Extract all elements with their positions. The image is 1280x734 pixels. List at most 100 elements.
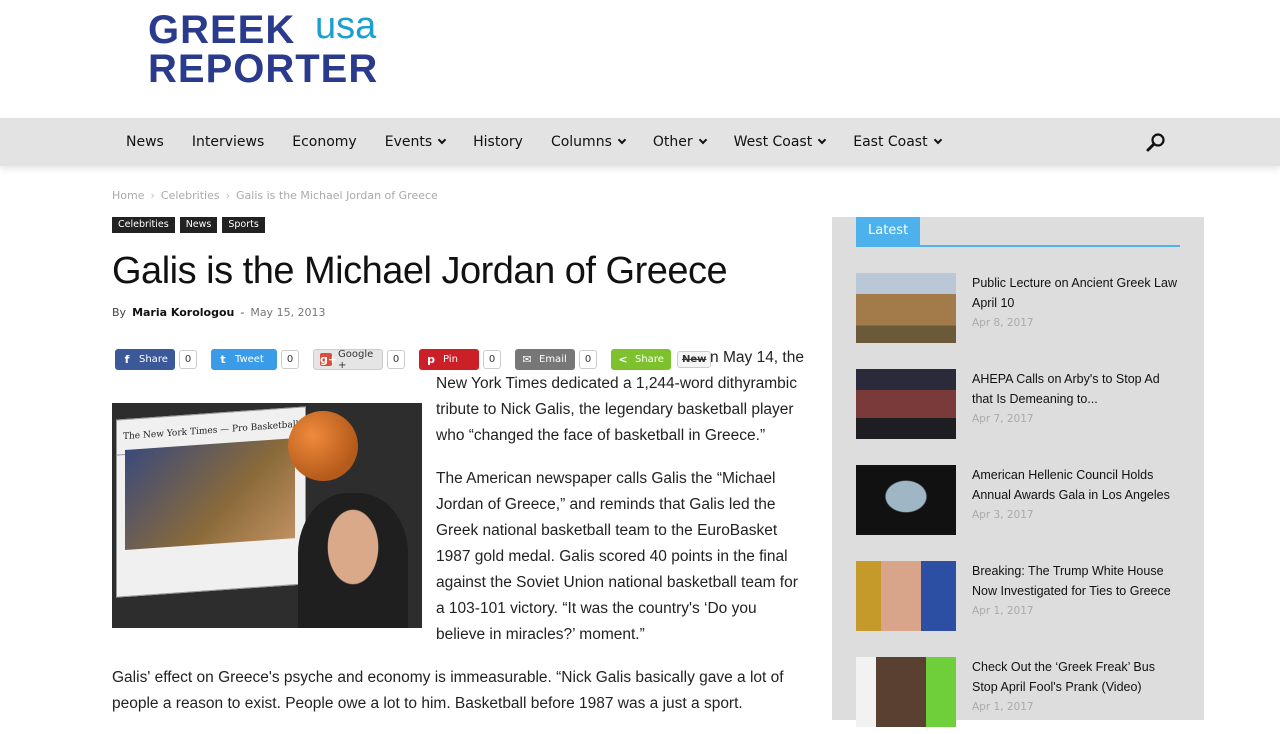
googleplus-share-button[interactable]: g+ Google +	[313, 348, 383, 371]
nav-history[interactable]: History	[459, 118, 537, 166]
post-title[interactable]: Breaking: The Trump White House Now Inve…	[972, 561, 1182, 601]
logo-greek: GREEK	[148, 8, 296, 52]
pinterest-icon: p	[427, 353, 435, 366]
post-date: Apr 1, 2017	[972, 701, 1034, 713]
twitter-icon: t	[220, 353, 226, 366]
facebook-icon: f	[124, 353, 130, 366]
share-count: 0	[387, 350, 405, 369]
new-badge[interactable]: New	[677, 351, 712, 368]
tag-news[interactable]: News	[179, 217, 218, 233]
share-label: Pin	[443, 354, 458, 365]
sidebar-post[interactable]: Check Out the ‘Greek Freak’ Bus Stop Apr…	[856, 657, 1180, 729]
share-label: Share	[635, 354, 664, 365]
basketball-illustration	[288, 411, 358, 481]
facebook-share-button[interactable]: f Share	[115, 349, 175, 370]
article-body: The New York Times — Pro Basketball On M…	[112, 345, 808, 734]
byline-prefix: By	[112, 306, 127, 319]
breadcrumb-category[interactable]: Celebrities	[161, 189, 220, 202]
person-illustration	[298, 493, 408, 628]
nav-label: East Coast	[853, 134, 928, 150]
nav-east-coast[interactable]: East Coast	[839, 118, 954, 166]
tag-celebrities[interactable]: Celebrities	[112, 217, 175, 233]
post-thumbnail[interactable]	[856, 273, 956, 343]
meta-dash: -	[240, 306, 245, 319]
nav-events[interactable]: Events	[371, 118, 459, 166]
chevron-down-icon	[698, 135, 707, 145]
logo-usa: usa	[315, 5, 377, 47]
latest-tab[interactable]: Latest	[856, 217, 921, 245]
article-meta: By Maria Korologou - May 15, 2013	[112, 306, 326, 319]
nav-label: Columns	[550, 134, 612, 150]
search-icon[interactable]	[1145, 132, 1167, 154]
post-date: Apr 3, 2017	[972, 509, 1034, 521]
breadcrumb-separator: ›	[225, 189, 230, 202]
share-buttons: f Share 0 t Tweet 0 g+ Google + 0 p Pin 0 ✉ E…	[115, 348, 712, 371]
nav-label: News	[126, 134, 164, 150]
post-thumbnail[interactable]	[856, 369, 956, 439]
breadcrumb-home[interactable]: Home	[112, 189, 144, 202]
post-title[interactable]: AHEPA Calls on Arby's to Stop Ad that Is…	[972, 369, 1182, 409]
share-count: 0	[179, 350, 197, 369]
post-date: Apr 7, 2017	[972, 413, 1034, 425]
publish-date: May 15, 2013	[250, 306, 326, 319]
post-thumbnail[interactable]	[856, 465, 956, 535]
nav-columns[interactable]: Columns	[537, 118, 639, 166]
post-thumbnail[interactable]	[856, 657, 956, 727]
sidebar-post[interactable]: Public Lecture on Ancient Greek Law Apri…	[856, 273, 1180, 345]
email-icon: ✉	[522, 353, 532, 366]
nav-label: History	[473, 134, 523, 150]
breadcrumb: Home › Celebrities › Galis is the Michae…	[112, 189, 438, 202]
main-nav: News Interviews Economy Events History C…	[112, 118, 955, 166]
post-title[interactable]: Public Lecture on Ancient Greek Law Apri…	[972, 273, 1182, 313]
chevron-down-icon	[817, 135, 827, 145]
share-count: 0	[579, 350, 597, 369]
generic-share-button[interactable]: < Share	[611, 349, 671, 370]
nav-label: West Coast	[733, 134, 813, 150]
twitter-share-button[interactable]: t Tweet	[211, 349, 277, 370]
nav-interviews[interactable]: Interviews	[178, 118, 278, 166]
article-image[interactable]: The New York Times — Pro Basketball	[112, 403, 422, 628]
category-tags: Celebrities News Sports	[112, 217, 265, 233]
logo-reporter: REPORTER	[148, 47, 379, 91]
nav-label: Economy	[292, 134, 357, 150]
breadcrumb-separator: ›	[150, 189, 155, 202]
sidebar-post[interactable]: Breaking: The Trump White House Now Inve…	[856, 561, 1180, 633]
post-date: Apr 8, 2017	[972, 317, 1034, 329]
newspaper-photo	[125, 438, 295, 551]
share-label: Email	[539, 354, 567, 365]
chevron-down-icon	[933, 135, 942, 145]
share-count: 0	[281, 350, 299, 369]
nav-label: Events	[384, 134, 433, 150]
latest-header: Latest	[856, 217, 1180, 247]
post-thumbnail[interactable]	[856, 561, 956, 631]
author-link[interactable]: Maria Korologou	[132, 306, 234, 319]
sidebar-post[interactable]: American Hellenic Council Holds Annual A…	[856, 465, 1180, 537]
nav-other[interactable]: Other	[639, 118, 720, 166]
post-title[interactable]: American Hellenic Council Holds Annual A…	[972, 465, 1182, 505]
share-label: Tweet	[235, 354, 264, 365]
share-count: 0	[483, 350, 501, 369]
email-share-button[interactable]: ✉ Email	[515, 349, 575, 370]
article-title: Galis is the Michael Jordan of Greece	[112, 250, 728, 292]
newspaper-illustration: The New York Times — Pro Basketball	[116, 406, 306, 598]
nav-label: Other	[652, 134, 693, 150]
tag-sports[interactable]: Sports	[222, 217, 265, 233]
sidebar: Latest Public Lecture on Ancient Greek L…	[832, 217, 1204, 727]
share-icon: <	[618, 353, 628, 366]
site-header: GREEK usa REPORTER	[0, 0, 1280, 118]
share-label: Google +	[338, 348, 374, 371]
nav-news[interactable]: News	[112, 118, 178, 166]
post-title[interactable]: Check Out the ‘Greek Freak’ Bus Stop Apr…	[972, 657, 1182, 697]
chevron-down-icon	[617, 135, 627, 145]
pinterest-share-button[interactable]: p Pin	[419, 349, 479, 370]
post-date: Apr 1, 2017	[972, 605, 1034, 617]
article-paragraph-3: Galis' effect on Greece's psyche and eco…	[112, 669, 784, 712]
sidebar-post[interactable]: AHEPA Calls on Arby's to Stop Ad that Is…	[856, 369, 1180, 441]
nav-west-coast[interactable]: West Coast	[720, 118, 840, 166]
breadcrumb-current: Galis is the Michael Jordan of Greece	[236, 189, 438, 202]
main-navbar: News Interviews Economy Events History C…	[0, 118, 1280, 166]
site-logo[interactable]: GREEK usa REPORTER	[148, 6, 418, 94]
share-label: Share	[139, 354, 168, 365]
chevron-down-icon	[437, 135, 447, 145]
nav-economy[interactable]: Economy	[278, 118, 370, 166]
